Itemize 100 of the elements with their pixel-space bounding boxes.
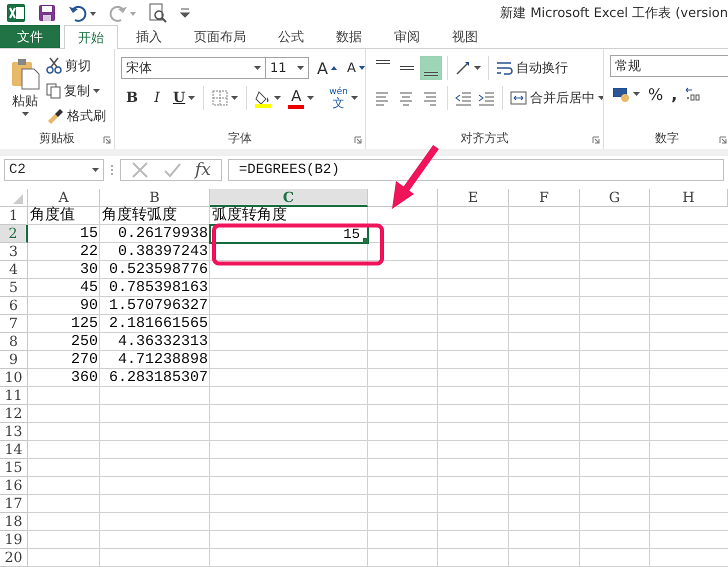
ribbon-tab[interactable]: 公式 [264,25,318,48]
save-icon[interactable] [38,4,56,22]
caret-icon[interactable] [188,96,196,100]
percent-button[interactable]: % [646,82,666,106]
merge-icon [510,90,527,106]
italic-button[interactable]: I [146,86,168,110]
table-cell-text: 30 [78,261,99,279]
column-header[interactable]: H [650,189,728,207]
row-header[interactable]: 3 [0,243,28,261]
caret-icon[interactable] [274,96,282,100]
row-header[interactable]: 2 [0,225,28,243]
underline-button[interactable]: U [171,86,198,110]
format-painter-button[interactable]: 格式刷 [44,106,108,127]
vertical-align-button[interactable] [420,56,442,80]
ribbon-tab[interactable]: 开始 [64,25,118,49]
row-header[interactable]: 13 [0,423,28,441]
row-header[interactable]: 8 [0,333,28,351]
row-header[interactable]: 4 [0,261,28,279]
print-preview-icon[interactable] [148,2,168,22]
caret-icon[interactable] [231,96,238,100]
caret-icon[interactable] [22,112,28,116]
wrap-icon [496,60,513,76]
dialog-launcher-icon[interactable] [103,136,111,144]
brush-icon [46,107,64,126]
column-header[interactable]: B [100,189,210,207]
down-arrow-icon [358,66,365,70]
group-label: 剪贴板 [39,130,75,146]
formula-field[interactable]: =DEGREES(B2) [228,158,724,180]
copy-button[interactable]: 复制 [44,80,108,102]
dialog-launcher-icon[interactable] [354,136,362,144]
ribbon-tab[interactable]: 视图 [438,25,492,48]
table-cell-text: 0.523598776 [108,261,209,279]
row-header[interactable]: 19 [0,531,28,549]
column-header[interactable]: G [580,189,650,207]
caret-icon[interactable] [92,168,99,172]
font-size-field[interactable]: 11 [265,57,309,79]
font-name-field[interactable]: 宋体 [121,57,266,79]
table-cell-text: 360 [70,369,99,387]
column-header[interactable]: F [509,189,580,207]
customize-icon[interactable] [180,6,190,18]
shrink-font-button[interactable]: A [344,56,365,80]
row-header[interactable]: 10 [0,369,28,387]
copy-icon [46,82,61,99]
ribbon-tab[interactable]: 插入 [122,25,176,48]
row-header[interactable]: 14 [0,441,28,459]
clipboard-icon [10,57,40,90]
column-header[interactable]: A [28,189,100,207]
table-cell-text: 角度转弧度 [101,207,178,225]
column-header[interactable]: E [438,189,509,207]
bold-button[interactable]: B [121,86,143,110]
row-header[interactable]: 1 [0,207,28,225]
dialog-launcher-icon[interactable] [719,136,727,144]
ribbon-tab[interactable]: 审阅 [380,25,434,48]
column-header[interactable]: C [210,189,368,207]
ribbon-tab[interactable]: 页面布局 [180,25,260,48]
caret-icon[interactable] [633,92,640,96]
caret-icon[interactable] [350,96,358,100]
table-cell-text: 4.71238898 [116,351,209,369]
row-header[interactable]: 5 [0,279,28,297]
row-header[interactable]: 12 [0,405,28,423]
row-header[interactable]: 15 [0,459,28,477]
row-header[interactable]: 11 [0,387,28,405]
table-cell-text: 270 [70,351,99,369]
grip-icon [110,164,114,176]
caret-icon[interactable] [254,66,261,70]
wrap-text-button[interactable]: 自动换行 [494,56,570,80]
grow-font-button[interactable]: A [315,56,339,80]
name-box[interactable]: C2 [4,158,104,180]
merge-center-button[interactable]: 合并后居中 [508,86,603,110]
row-header[interactable]: 18 [0,513,28,531]
comma-button[interactable]: , [669,82,680,106]
font-color-button[interactable]: A [286,86,316,110]
row-header[interactable]: 6 [0,297,28,315]
number-format-field[interactable]: 常规 [610,55,728,77]
row-header[interactable]: 17 [0,495,28,513]
outdent-icon [455,90,472,106]
paste-button[interactable]: 粘贴 [6,55,44,127]
row-header[interactable]: 7 [0,315,28,333]
table-cell-text: 6.283185307 [108,369,209,387]
ribbon-tab[interactable]: 数据 [322,25,376,48]
caret-icon[interactable] [93,88,100,93]
cut-button[interactable]: 剪切 [44,55,108,76]
caret-icon[interactable] [297,66,304,70]
dialog-launcher-icon[interactable] [592,136,600,144]
row-header[interactable]: 16 [0,477,28,495]
caret-icon[interactable] [598,96,603,100]
caret-icon[interactable] [307,96,314,100]
row-header[interactable]: 20 [0,549,28,567]
caret-icon[interactable] [474,66,481,70]
table-cell-text: 0.26179938 [116,225,209,243]
align-left-icon [374,90,390,106]
check-icon[interactable] [163,160,181,178]
paint-bucket-icon [255,88,272,108]
phonetic-button[interactable]: wén 文 [327,86,360,110]
insert-function-button[interactable]: fx [195,160,211,180]
table-cell-text: 125 [70,315,99,333]
excel-logo-icon[interactable] [6,2,26,22]
table-cell-text: 15 [78,225,99,243]
file-tab[interactable]: 文件 [0,25,60,48]
row-header[interactable]: 9 [0,351,28,369]
